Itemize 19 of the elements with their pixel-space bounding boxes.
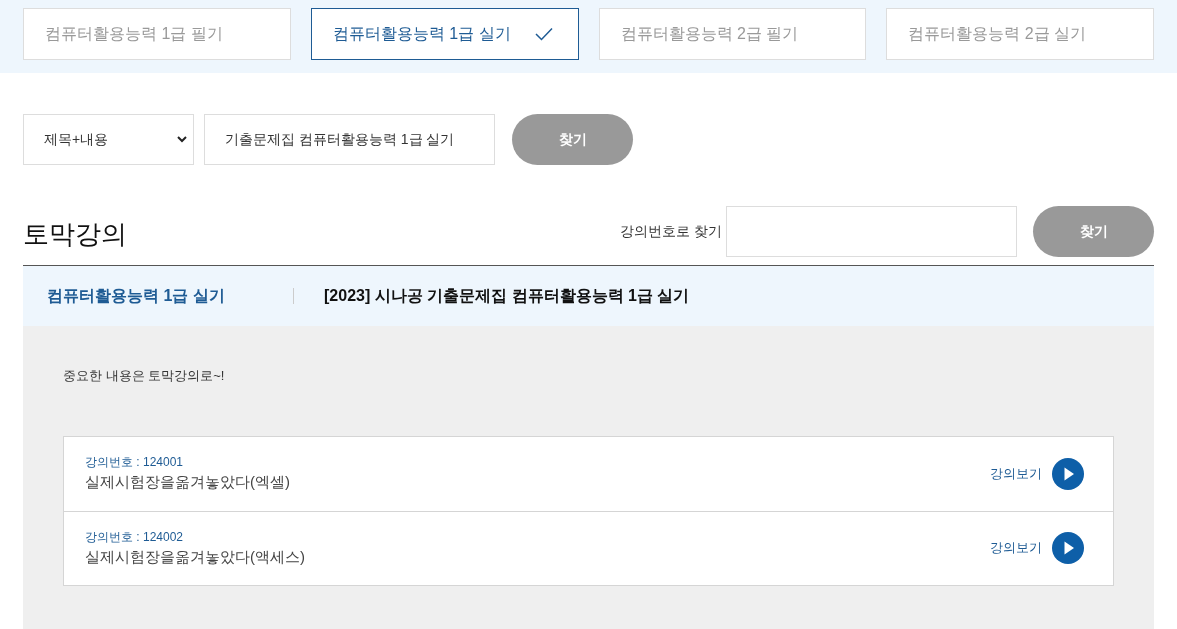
play-icon	[1052, 532, 1084, 564]
lecture-title: 실제시험장을옮겨놓았다(액세스)	[85, 546, 305, 567]
book-title: [2023] 시나공 기출문제집 컴퓨터활용능력 1급 실기	[324, 286, 690, 306]
watch-lecture-button[interactable]: 강의보기	[990, 532, 1084, 564]
section-title: 토막강의	[23, 221, 127, 247]
watch-lecture-button[interactable]: 강의보기	[990, 457, 1084, 490]
checkmark-icon	[534, 27, 553, 41]
play-icon	[1052, 457, 1084, 490]
search-scope-select[interactable]: 제목+내용	[23, 114, 194, 165]
intro-text: 중요한 내용은 토막강의로~!	[63, 367, 226, 385]
category-name: 컴퓨터활용능력 1급 실기	[46, 286, 226, 306]
number-search-label: 강의번호로 찾기	[620, 222, 722, 241]
lecture-number: 강의번호 : 124002	[85, 528, 185, 546]
exam-tab[interactable]: 컴퓨터활용능력 1급 실기	[310, 8, 579, 60]
lecture-title: 실제시험장을옮겨놓았다(엑셀)	[85, 472, 290, 493]
search-field[interactable]: 기출문제집 컴퓨터활용능력 1급 실기	[204, 114, 495, 165]
chevron-down-icon	[177, 136, 187, 143]
lecture-number-field[interactable]	[726, 206, 1017, 257]
lecture-number: 강의번호 : 124001	[85, 454, 185, 472]
